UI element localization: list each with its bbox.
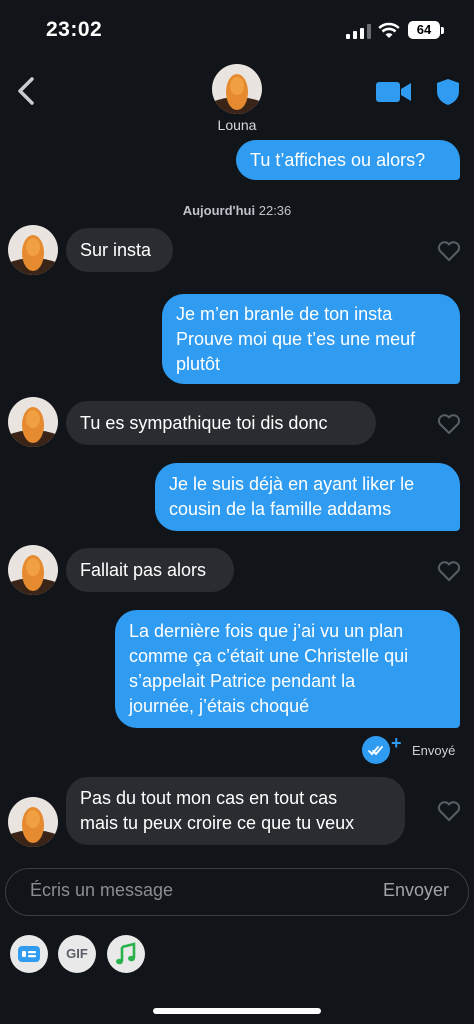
message-outgoing[interactable]: La dernière fois que j’ai vu un plan com… bbox=[115, 610, 460, 728]
message-input-placeholder: Écris un message bbox=[30, 880, 174, 900]
heart-outline-icon[interactable] bbox=[437, 560, 461, 582]
video-camera-icon[interactable] bbox=[376, 80, 412, 104]
avatar[interactable] bbox=[8, 225, 58, 275]
message-incoming[interactable]: Pas du tout mon cas en tout cas mais tu … bbox=[66, 777, 405, 845]
send-button[interactable]: Envoyer bbox=[383, 880, 449, 901]
avatar[interactable] bbox=[8, 545, 58, 595]
wifi-icon bbox=[378, 22, 400, 38]
date-separator: Aujourd'hui 22:36 bbox=[0, 203, 474, 218]
double-check-icon bbox=[362, 736, 390, 764]
home-indicator[interactable] bbox=[153, 1008, 321, 1014]
date-day: Aujourd'hui bbox=[182, 203, 256, 218]
plus-icon: + bbox=[391, 733, 402, 753]
heart-outline-icon[interactable] bbox=[437, 413, 461, 435]
cellular-signal-icon bbox=[346, 24, 371, 39]
message-outgoing[interactable]: Tu t’affiches ou alors? bbox=[236, 140, 460, 180]
gif-label: GIF bbox=[66, 946, 88, 961]
date-time: 22:36 bbox=[255, 203, 292, 218]
profile-avatar[interactable] bbox=[212, 64, 262, 114]
contact-name[interactable]: Louna bbox=[0, 117, 474, 133]
status-time: 23:02 bbox=[46, 18, 103, 41]
message-outgoing[interactable]: Je m’en branle de ton insta Prouve moi q… bbox=[162, 294, 460, 384]
shield-icon[interactable] bbox=[436, 78, 460, 106]
message-incoming[interactable]: Sur insta bbox=[66, 228, 173, 272]
heart-outline-icon[interactable] bbox=[437, 800, 461, 822]
battery-tip bbox=[441, 27, 444, 34]
battery-indicator: 64 bbox=[408, 21, 440, 39]
sticker-card-icon[interactable] bbox=[10, 935, 48, 973]
heart-outline-icon[interactable] bbox=[437, 240, 461, 262]
music-note-icon[interactable] bbox=[107, 935, 145, 973]
avatar[interactable] bbox=[8, 397, 58, 447]
message-incoming[interactable]: Tu es sympathique toi dis donc bbox=[66, 401, 376, 445]
chevron-left-icon[interactable] bbox=[14, 76, 40, 106]
message-outgoing[interactable]: Je le suis déjà en ayant liker le cousin… bbox=[155, 463, 460, 531]
avatar[interactable] bbox=[8, 797, 58, 847]
sent-status: Envoyé bbox=[412, 743, 456, 758]
message-incoming[interactable]: Fallait pas alors bbox=[66, 548, 234, 592]
